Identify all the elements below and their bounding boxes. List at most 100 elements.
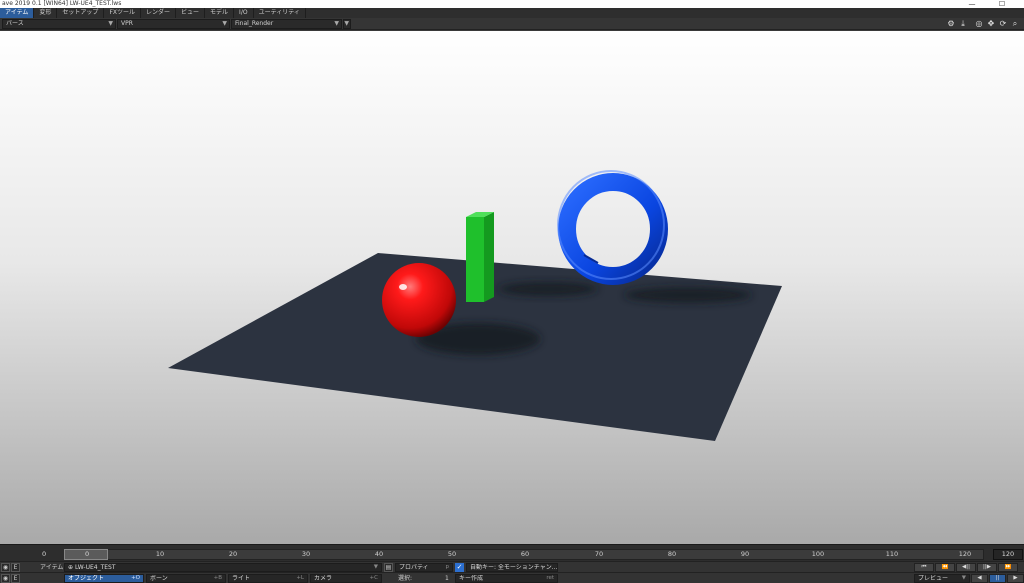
3d-viewport[interactable] — [0, 31, 1024, 544]
timeline-tick: 120 — [958, 550, 972, 558]
previous-frame-button[interactable]: ◀|| — [956, 563, 976, 572]
timeline-tick: 90 — [740, 550, 750, 558]
view-type-select[interactable]: パース ▼ — [2, 19, 116, 29]
next-key-button[interactable]: ⏩ — [998, 563, 1018, 572]
tab-render[interactable]: レンダー — [141, 8, 177, 18]
play-reverse-button[interactable]: ◀ — [971, 574, 988, 583]
sphere-highlight — [399, 284, 407, 290]
auto-key-select[interactable]: 自動キー: 全モーションチャン... — [466, 563, 558, 572]
window-title: ave 2019 0.1 [WIN64] LW-UE4_TEST.lws — [0, 0, 1024, 8]
view-type-value: パース — [6, 20, 24, 27]
auto-key-checkbox[interactable]: ✓ — [455, 563, 464, 572]
timeline-tick: 60 — [520, 550, 530, 558]
red-sphere — [382, 263, 456, 337]
cameras-shortcut: +C — [369, 575, 378, 581]
chevron-down-icon: ▼ — [108, 20, 113, 27]
timeline-tick: 50 — [447, 550, 457, 558]
main-tab-bar: アイテム 変形 セットアップ FXツール レンダー ビュー モデル I/O ユー… — [0, 8, 1024, 18]
lights-shortcut: +L — [296, 575, 304, 581]
pause-button[interactable]: || — [989, 574, 1006, 583]
zoom-icon[interactable]: ⌕ — [1010, 19, 1020, 29]
timeline-tick: 10 — [155, 550, 165, 558]
render-preset-select[interactable]: Final_Render ▼ — [231, 19, 342, 29]
chevron-down-icon: ▼ — [373, 564, 378, 570]
chevron-down-icon: ▼ — [344, 20, 349, 27]
next-frame-button[interactable]: ||▶ — [977, 563, 997, 572]
chevron-down-icon: ▼ — [222, 20, 227, 27]
tab-view[interactable]: ビュー — [176, 8, 206, 18]
item-scene-icon: ⊕ — [68, 564, 74, 571]
eye-icon[interactable]: ◉ — [1, 563, 10, 572]
go-to-start-button[interactable]: ⏮ — [914, 563, 934, 572]
render-mode-select[interactable]: VPR ▼ — [117, 19, 230, 29]
item-list-icon[interactable]: ▤ — [384, 563, 393, 572]
minimize-icon[interactable]: — — [962, 0, 982, 8]
item-select-value: LW-UE4_TEST — [74, 564, 116, 571]
cameras-label: カメラ — [314, 575, 333, 582]
box-side — [484, 212, 494, 302]
timeline-tick: 100 — [811, 550, 825, 558]
blue-torus — [558, 173, 668, 285]
render-mode-value: VPR — [121, 20, 133, 27]
torus-shadow — [624, 287, 752, 303]
chevron-down-icon: ▼ — [334, 20, 339, 27]
selected-count-label: 選択: — [398, 575, 413, 582]
create-key-label: キー作成 — [459, 575, 484, 582]
selected-count-value: 1 — [445, 575, 449, 582]
lights-mode-button[interactable]: ライト +L — [228, 574, 308, 583]
maximize-icon[interactable]: ☐ — [992, 0, 1012, 8]
item-row: ◉ E アイテム ⊕ LW-UE4_TEST ▼ ▤ プロパティ p ✓ 自動キ… — [0, 561, 1024, 572]
timeline-tick: 110 — [885, 550, 899, 558]
timeline-end-field[interactable]: 120 — [993, 549, 1023, 560]
viewport-toolbar: パース ▼ VPR ▼ Final_Render ▼ ▼ ⚙ ⤓ ◎ ✥ ⟳ ⌕ — [0, 18, 1024, 30]
properties-label: プロパティ — [399, 564, 429, 571]
properties-button[interactable]: プロパティ p — [395, 563, 453, 572]
selection-row: ◉ E オブジェクト +O ボーン +B ライト +L カメラ +C 選択: 1… — [0, 572, 1024, 583]
tab-modify[interactable]: 変形 — [34, 8, 58, 18]
previous-key-button[interactable]: ⏪ — [935, 563, 955, 572]
play-button[interactable]: ▶ — [1007, 574, 1024, 583]
create-key-button[interactable]: キー作成 ret — [455, 574, 558, 583]
move-icon[interactable]: ✥ — [986, 19, 996, 29]
timeline: 0 0 10 20 30 40 50 60 70 80 90 100 110 1… — [0, 544, 1024, 561]
timeline-tick: 30 — [301, 550, 311, 558]
eye-icon[interactable]: ◉ — [1, 574, 10, 583]
tab-utilities[interactable]: ユーティリティ — [254, 8, 306, 18]
edit-toggle[interactable]: E — [11, 563, 20, 572]
create-key-shortcut: ret — [546, 575, 554, 581]
item-select[interactable]: ⊕ LW-UE4_TEST ▼ — [64, 563, 382, 572]
cameras-mode-button[interactable]: カメラ +C — [310, 574, 382, 583]
tab-setup[interactable]: セットアップ — [57, 8, 105, 18]
tab-fx-tools[interactable]: FXツール — [104, 8, 141, 18]
timeline-tick: 70 — [594, 550, 604, 558]
preset-options-button[interactable]: ▼ — [343, 19, 351, 29]
properties-shortcut: p — [445, 564, 450, 570]
bones-shortcut: +B — [213, 575, 222, 581]
preview-label: プレビュー — [918, 575, 949, 582]
objects-mode-button[interactable]: オブジェクト +O — [64, 574, 144, 583]
item-label: アイテム — [40, 564, 64, 571]
tab-model[interactable]: モデル — [205, 8, 235, 18]
bones-label: ボーン — [150, 575, 168, 582]
box-shadow — [498, 282, 598, 296]
gear-icon[interactable]: ⚙ — [946, 19, 956, 29]
tab-items[interactable]: アイテム — [0, 8, 35, 18]
rotate-icon[interactable]: ⟳ — [998, 19, 1008, 29]
timeline-slider[interactable]: 0 — [64, 549, 108, 560]
timeline-start: 0 — [42, 550, 47, 558]
timeline-current-frame: 0 — [85, 550, 90, 558]
bones-mode-button[interactable]: ボーン +B — [146, 574, 226, 583]
timeline-tick: 20 — [228, 550, 238, 558]
timeline-tick: 80 — [667, 550, 677, 558]
chevron-down-icon: ▼ — [961, 575, 966, 581]
timeline-tick: 40 — [374, 550, 384, 558]
render-preset-value: Final_Render — [235, 20, 274, 27]
edit-toggle[interactable]: E — [11, 574, 20, 583]
box-front — [466, 217, 484, 302]
objects-label: オブジェクト — [68, 575, 105, 582]
tab-io[interactable]: I/O — [234, 8, 254, 18]
save-icon[interactable]: ⤓ — [958, 19, 968, 29]
camera-center-icon[interactable]: ◎ — [974, 19, 984, 29]
preview-select[interactable]: プレビュー ▼ — [914, 574, 970, 583]
objects-shortcut: +O — [131, 575, 140, 581]
